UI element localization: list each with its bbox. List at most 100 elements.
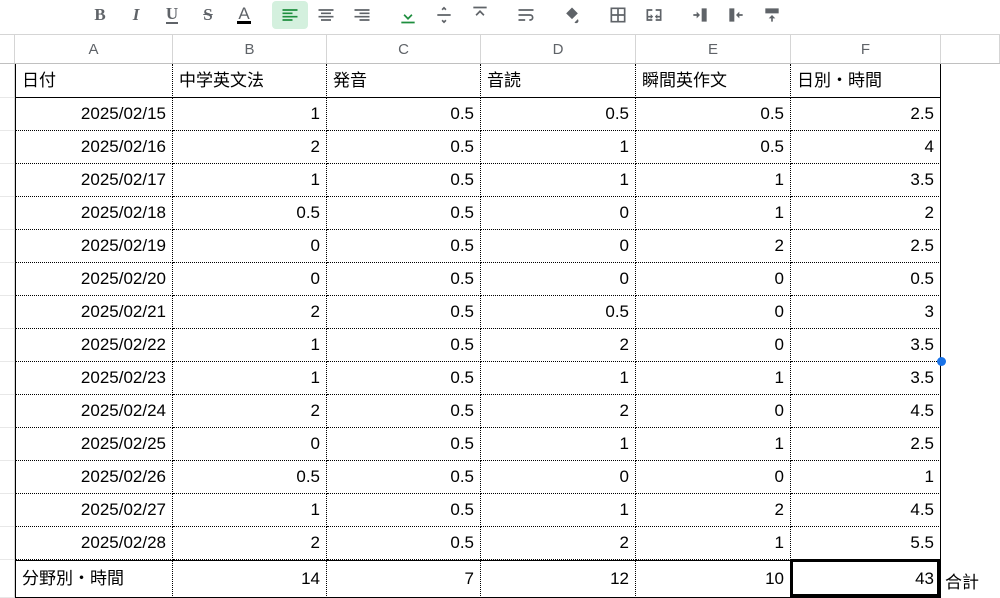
cell-b[interactable]: 0.5: [173, 197, 327, 230]
cell-c[interactable]: 0.5: [327, 296, 481, 329]
row-header[interactable]: [0, 527, 15, 560]
cell-c[interactable]: 0.5: [327, 230, 481, 263]
row-header[interactable]: [0, 263, 15, 296]
insert-col-right-button[interactable]: [718, 1, 754, 29]
header-grammar[interactable]: 中学英文法: [173, 64, 327, 98]
cell-e[interactable]: 2: [636, 230, 791, 263]
valign-middle-button[interactable]: [426, 1, 462, 29]
col-header-F[interactable]: F: [791, 35, 941, 63]
header-date[interactable]: 日付: [15, 64, 173, 98]
valign-top-button[interactable]: [462, 1, 498, 29]
totals-d[interactable]: 12: [481, 560, 636, 598]
insert-row-button[interactable]: [754, 1, 790, 29]
row-header[interactable]: [0, 560, 15, 598]
cell-b[interactable]: 2: [173, 131, 327, 164]
align-left-button[interactable]: [272, 1, 308, 29]
cell-d[interactable]: 0: [481, 461, 636, 494]
cell-date[interactable]: 2025/02/21: [15, 296, 173, 329]
row-header[interactable]: [0, 131, 15, 164]
cell-d[interactable]: 1: [481, 131, 636, 164]
cell-e[interactable]: 1: [636, 197, 791, 230]
underline-button[interactable]: U: [154, 1, 190, 29]
fill-color-button[interactable]: [554, 1, 590, 29]
cell-b[interactable]: 1: [173, 362, 327, 395]
cell-date[interactable]: 2025/02/15: [15, 98, 173, 131]
text-color-button[interactable]: A: [226, 1, 262, 29]
cell-d[interactable]: 0.5: [481, 296, 636, 329]
cell-date[interactable]: 2025/02/17: [15, 164, 173, 197]
cell-f[interactable]: 2.5: [791, 428, 941, 461]
cell-c[interactable]: 0.5: [327, 461, 481, 494]
cell-f[interactable]: 4.5: [791, 494, 941, 527]
cell-e[interactable]: 0: [636, 296, 791, 329]
row-header[interactable]: [0, 461, 15, 494]
cell-b[interactable]: 1: [173, 494, 327, 527]
cell-c[interactable]: 0.5: [327, 329, 481, 362]
cell-c[interactable]: 0.5: [327, 362, 481, 395]
grand-total-label[interactable]: 合計: [945, 568, 979, 593]
cell-d[interactable]: 0: [481, 197, 636, 230]
cell-f[interactable]: 3.5: [791, 329, 941, 362]
row-header[interactable]: [0, 494, 15, 527]
cell-date[interactable]: 2025/02/25: [15, 428, 173, 461]
row-header[interactable]: [0, 428, 15, 461]
italic-button[interactable]: I: [118, 1, 154, 29]
cell-d[interactable]: 1: [481, 362, 636, 395]
corner-cell[interactable]: [0, 35, 15, 63]
cell-b[interactable]: 1: [173, 164, 327, 197]
cell-e[interactable]: 1: [636, 428, 791, 461]
cell-c[interactable]: 0.5: [327, 395, 481, 428]
cell-e[interactable]: 0.5: [636, 98, 791, 131]
row-header[interactable]: [0, 395, 15, 428]
col-header-E[interactable]: E: [636, 35, 791, 63]
cell-date[interactable]: 2025/02/20: [15, 263, 173, 296]
col-header-B[interactable]: B: [173, 35, 327, 63]
valign-bottom-button[interactable]: [390, 1, 426, 29]
cell-date[interactable]: 2025/02/22: [15, 329, 173, 362]
insert-col-left-button[interactable]: [682, 1, 718, 29]
cell-d[interactable]: 2: [481, 395, 636, 428]
header-daily-total[interactable]: 日別・時間: [791, 64, 941, 98]
cell-b[interactable]: 0: [173, 428, 327, 461]
cell-d[interactable]: 1: [481, 164, 636, 197]
cell-date[interactable]: 2025/02/16: [15, 131, 173, 164]
cell-e[interactable]: 0: [636, 395, 791, 428]
cell-c[interactable]: 0.5: [327, 494, 481, 527]
cell-f[interactable]: 3.5: [791, 362, 941, 395]
cell-d[interactable]: 2: [481, 329, 636, 362]
cell-b[interactable]: 2: [173, 296, 327, 329]
cell-e[interactable]: 1: [636, 164, 791, 197]
cell-f[interactable]: 0.5: [791, 263, 941, 296]
cell-f[interactable]: 2.5: [791, 230, 941, 263]
align-right-button[interactable]: [344, 1, 380, 29]
cell-date[interactable]: 2025/02/18: [15, 197, 173, 230]
row-header[interactable]: [0, 230, 15, 263]
header-reading[interactable]: 音読: [481, 64, 636, 98]
cell-date[interactable]: 2025/02/24: [15, 395, 173, 428]
cell-c[interactable]: 0.5: [327, 263, 481, 296]
cell-d[interactable]: 1: [481, 428, 636, 461]
cell-f[interactable]: 2.5: [791, 98, 941, 131]
col-header-C[interactable]: C: [327, 35, 481, 63]
cell-e[interactable]: 2: [636, 494, 791, 527]
cell-d[interactable]: 1: [481, 494, 636, 527]
cell-d[interactable]: 0.5: [481, 98, 636, 131]
merge-button[interactable]: [636, 1, 672, 29]
row-header[interactable]: [0, 98, 15, 131]
cell-b[interactable]: 1: [173, 98, 327, 131]
cell-f[interactable]: 3.5: [791, 164, 941, 197]
cell-e[interactable]: 0: [636, 329, 791, 362]
cell-date[interactable]: 2025/02/28: [15, 527, 173, 560]
cell-d[interactable]: 2: [481, 527, 636, 560]
cell-date[interactable]: 2025/02/27: [15, 494, 173, 527]
cell-d[interactable]: 0: [481, 230, 636, 263]
cell-b[interactable]: 1: [173, 329, 327, 362]
cell-e[interactable]: 0: [636, 461, 791, 494]
row-header[interactable]: [0, 296, 15, 329]
cell-date[interactable]: 2025/02/26: [15, 461, 173, 494]
cell-f[interactable]: 1: [791, 461, 941, 494]
cell-c[interactable]: 0.5: [327, 197, 481, 230]
strike-button[interactable]: S: [190, 1, 226, 29]
totals-c[interactable]: 7: [327, 560, 481, 598]
cell-c[interactable]: 0.5: [327, 164, 481, 197]
